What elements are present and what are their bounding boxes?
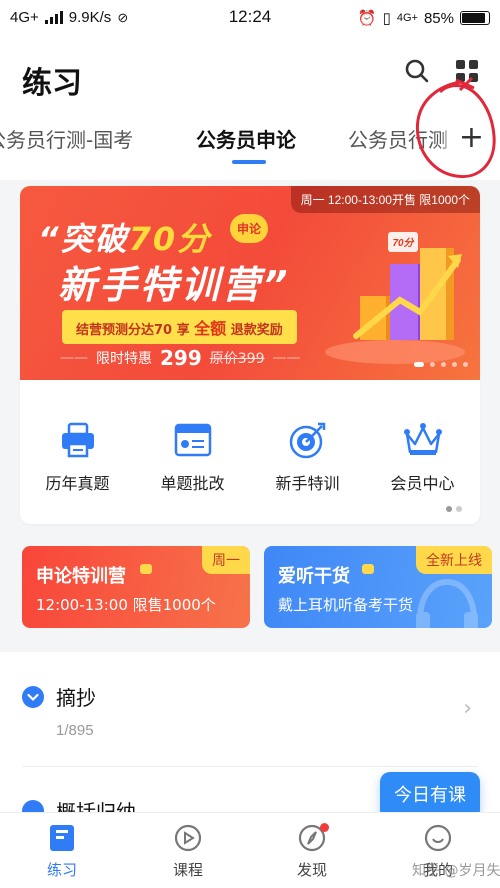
active-tab-indicator (232, 160, 266, 164)
nav-discover[interactable]: 发现 (272, 823, 352, 880)
sale-time-tag: 周一 12:00-13:00开售 限1000个 (290, 186, 480, 213)
header: 练习 公务员行测-国考 公务员申论 公务员行测 + (0, 36, 500, 180)
vibrate-icon: ▯ (382, 10, 391, 27)
chevron-right-icon: › (463, 696, 472, 721)
document-icon (174, 423, 211, 457)
chart-label: 70分 (392, 237, 415, 249)
refund-pill: 结营预测分达70 享 全额 退款奖励 (62, 310, 297, 344)
message-icon (362, 564, 374, 574)
divider (22, 766, 478, 767)
headphones-icon (416, 578, 478, 628)
promo-card-shenlun-camp[interactable]: 申论特训营 12:00-13:00 限售1000个 周一 (22, 546, 250, 628)
quick-actions-pager (446, 506, 462, 512)
battery-icon (460, 11, 490, 25)
crown-icon (403, 423, 442, 455)
quick-member-center[interactable]: 会员中心 (365, 420, 480, 494)
printer-icon (61, 422, 94, 458)
promo-tag: 全新上线 (416, 546, 492, 574)
chevron-down-icon (22, 686, 44, 708)
subject-tabs: 公务员行测-国考 公务员申论 公务员行测 + (0, 118, 500, 168)
book-icon (50, 825, 74, 851)
quick-past-papers[interactable]: 历年真题 (20, 420, 135, 494)
price-row: —— 限时特惠 299 原价399 —— (60, 346, 301, 370)
grid-menu-icon[interactable] (454, 58, 480, 88)
tab-xingce[interactable]: 公务员行测 (348, 124, 448, 153)
nav-practice[interactable]: 练习 (22, 823, 102, 880)
quick-actions: 历年真题 单题批改 新手特训 会员中心 (20, 380, 480, 524)
quick-newbie-training[interactable]: 新手特训 (250, 420, 365, 494)
alarm-icon: ⏰ (357, 10, 377, 27)
tab-xingce-guokao[interactable]: 公务员行测-国考 (0, 124, 133, 153)
network-right-label: 4G+ (396, 12, 418, 24)
promo-title: 申论特训营 (36, 566, 126, 587)
add-subject-button[interactable]: + (440, 120, 484, 155)
status-bar: 4G+ 9.9K/s ⊘ 12:24 ⏰ ▯ 4G+ 85% (0, 0, 500, 36)
promo-banner[interactable]: 70分 周一 12:00-13:00开售 限1000个 “突破70分 申论 新手… (20, 186, 480, 380)
nav-courses[interactable]: 课程 (148, 823, 228, 880)
list-item-progress: 1/895 (56, 722, 94, 739)
shenlun-badge: 申论 (230, 214, 269, 243)
promo-subtitle: 戴上耳机听备考干货 (278, 596, 414, 614)
target-icon (289, 422, 325, 459)
promo-tag: 周一 (202, 546, 250, 574)
carousel-dots (414, 362, 468, 367)
watermark: 知乎 @岁月失语 (412, 863, 500, 879)
smile-icon (424, 824, 452, 852)
search-icon[interactable] (404, 58, 430, 88)
list-item-title: 摘抄 (56, 686, 96, 710)
battery-percent: 85% (423, 9, 454, 27)
quick-single-correction[interactable]: 单题批改 (135, 420, 250, 494)
message-icon (140, 564, 152, 574)
promo-card-audio[interactable]: 爱听干货 戴上耳机听备考干货 全新上线 (264, 546, 492, 628)
tab-shenlun[interactable]: 公务员申论 (196, 124, 296, 153)
bar-chart-illustration: 70分 (325, 232, 465, 364)
promo-subtitle: 12:00-13:00 限售1000个 (36, 596, 216, 614)
notification-dot (320, 823, 329, 832)
promo-title: 爱听干货 (278, 566, 350, 587)
page-title: 练习 (22, 66, 82, 101)
play-icon (174, 824, 202, 852)
banner-card: 70分 周一 12:00-13:00开售 限1000个 “突破70分 申论 新手… (20, 186, 480, 524)
banner-headline-2: 新手特训营” (58, 263, 291, 307)
